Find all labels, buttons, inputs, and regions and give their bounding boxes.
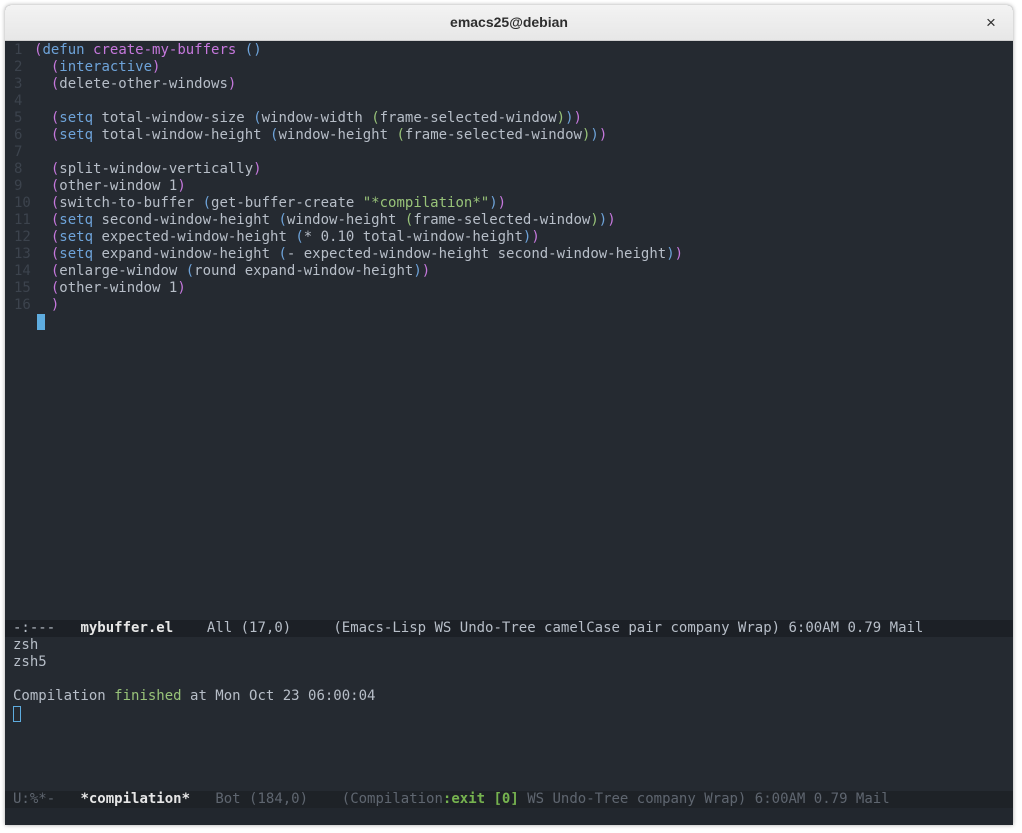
code-line-8: 8 (split-window-vertically) xyxy=(5,161,1013,178)
line-number: 7 xyxy=(14,144,23,160)
code-line-11: 11 (setq second-window-height (window-he… xyxy=(5,212,1013,229)
line-number: 14 xyxy=(14,263,31,279)
code-line-3: 3 (delete-other-windows) xyxy=(5,76,1013,93)
compilation-pane[interactable]: zsh zsh5 Compilation finished at Mon Oct… xyxy=(5,637,1013,791)
line-number: 8 xyxy=(14,161,23,177)
code-line-13: 13 (setq expand-window-height (- expecte… xyxy=(5,246,1013,263)
line-number: 11 xyxy=(14,212,31,228)
line-number: 4 xyxy=(14,93,23,109)
compilation-prefix: Compilation xyxy=(13,688,115,704)
modeline-modes-prefix[interactable]: (Compilation xyxy=(342,791,443,807)
code-line-10: 10 (switch-to-buffer (get-buffer-create … xyxy=(5,195,1013,212)
text-cursor xyxy=(37,314,45,330)
line-number: 13 xyxy=(14,246,31,262)
text-cursor xyxy=(13,706,21,722)
modeline-top[interactable]: -:--- mybuffer.el All (17,0) (Emacs-Lisp… xyxy=(5,620,1013,637)
line-number: 12 xyxy=(14,229,31,245)
line-number: 16 xyxy=(14,297,31,313)
code-line-7: 7 xyxy=(5,144,1013,161)
line-number: 15 xyxy=(14,280,31,296)
line-number: 2 xyxy=(14,59,23,75)
code-text: (enlarge-window (round expand-window-hei… xyxy=(50,263,431,279)
emacs-window: emacs25@debian × 1 (defun create-my-buffe… xyxy=(5,5,1013,825)
line-number: 10 xyxy=(14,195,31,211)
code-text: (setq total-window-size (window-width (f… xyxy=(50,110,582,126)
code-text: (defun create-my-buffers () xyxy=(34,42,262,58)
modeline-buffer-name[interactable]: mybuffer.el xyxy=(80,620,173,636)
compilation-cursor-line xyxy=(5,705,1013,722)
code-text: (interactive) xyxy=(50,59,161,75)
compilation-line: zsh5 xyxy=(13,654,47,670)
line-number: 9 xyxy=(14,178,23,194)
modeline-position: All (17,0) xyxy=(206,620,292,636)
code-line-6: 6 (setq total-window-height (window-heig… xyxy=(5,127,1013,144)
code-text: (setq second-window-height (window-heigh… xyxy=(50,212,616,228)
window-title: emacs25@debian xyxy=(450,14,568,30)
line-number: 1 xyxy=(14,42,23,58)
code-text: (setq expected-window-height (* 0.10 tot… xyxy=(50,229,540,245)
code-line-5: 5 (setq total-window-size (window-width … xyxy=(5,110,1013,127)
minibuffer[interactable] xyxy=(5,808,1013,825)
modeline-modes[interactable]: (Emacs-Lisp WS Undo-Tree camelCase pair … xyxy=(333,620,923,636)
code-line-15: 15 (other-window 1) xyxy=(5,280,1013,297)
close-icon[interactable]: × xyxy=(979,11,1003,35)
modeline-status: -:--- xyxy=(13,620,56,636)
code-line-1: 1 (defun create-my-buffers () xyxy=(5,42,1013,59)
compilation-status-line: Compilation finished at Mon Oct 23 06:00… xyxy=(5,688,1013,705)
code-text: (split-window-vertically) xyxy=(50,161,262,177)
modeline-modes-suffix[interactable]: WS Undo-Tree company Wrap) 6:00AM 0.79 M… xyxy=(519,791,889,807)
code-text: (other-window 1) xyxy=(50,280,186,296)
code-line-2: 2 (interactive) xyxy=(5,59,1013,76)
modeline-buffer-name[interactable]: *compilation* xyxy=(80,791,190,807)
code-line-12: 12 (setq expected-window-height (* 0.10 … xyxy=(5,229,1013,246)
code-line-17 xyxy=(5,314,1013,331)
modeline-position: Bot (184,0) xyxy=(215,791,309,807)
code-line-14: 14 (enlarge-window (round expand-window-… xyxy=(5,263,1013,280)
code-text: (switch-to-buffer (get-buffer-create "*c… xyxy=(50,195,507,211)
compilation-line: zsh xyxy=(13,637,39,653)
line-number: 3 xyxy=(14,76,23,92)
code-text: (setq expand-window-height (- expected-w… xyxy=(50,246,684,262)
compilation-blank-line xyxy=(5,671,1013,688)
line-number: 5 xyxy=(14,110,23,126)
modeline-status: U:%*- xyxy=(13,791,56,807)
code-text: (setq total-window-height (window-height… xyxy=(50,127,608,143)
code-text: (other-window 1) xyxy=(50,178,186,194)
line-number: 6 xyxy=(14,127,23,143)
title-bar[interactable]: emacs25@debian × xyxy=(5,5,1013,41)
compilation-suffix: at Mon Oct 23 06:00:04 xyxy=(181,688,376,704)
code-line-4: 4 xyxy=(5,93,1013,110)
code-line-9: 9 (other-window 1) xyxy=(5,178,1013,195)
modeline-bottom[interactable]: U:%*- *compilation* Bot (184,0) (Compila… xyxy=(5,791,1013,808)
modeline-exit-status: :exit [0] xyxy=(442,791,519,807)
code-line-16: 16 ) xyxy=(5,297,1013,314)
code-text: (delete-other-windows) xyxy=(50,76,237,92)
editor-pane[interactable]: 1 (defun create-my-buffers () 2 (interact… xyxy=(5,42,1013,620)
code-text: ) xyxy=(50,297,60,313)
compilation-finished: finished xyxy=(114,688,182,704)
